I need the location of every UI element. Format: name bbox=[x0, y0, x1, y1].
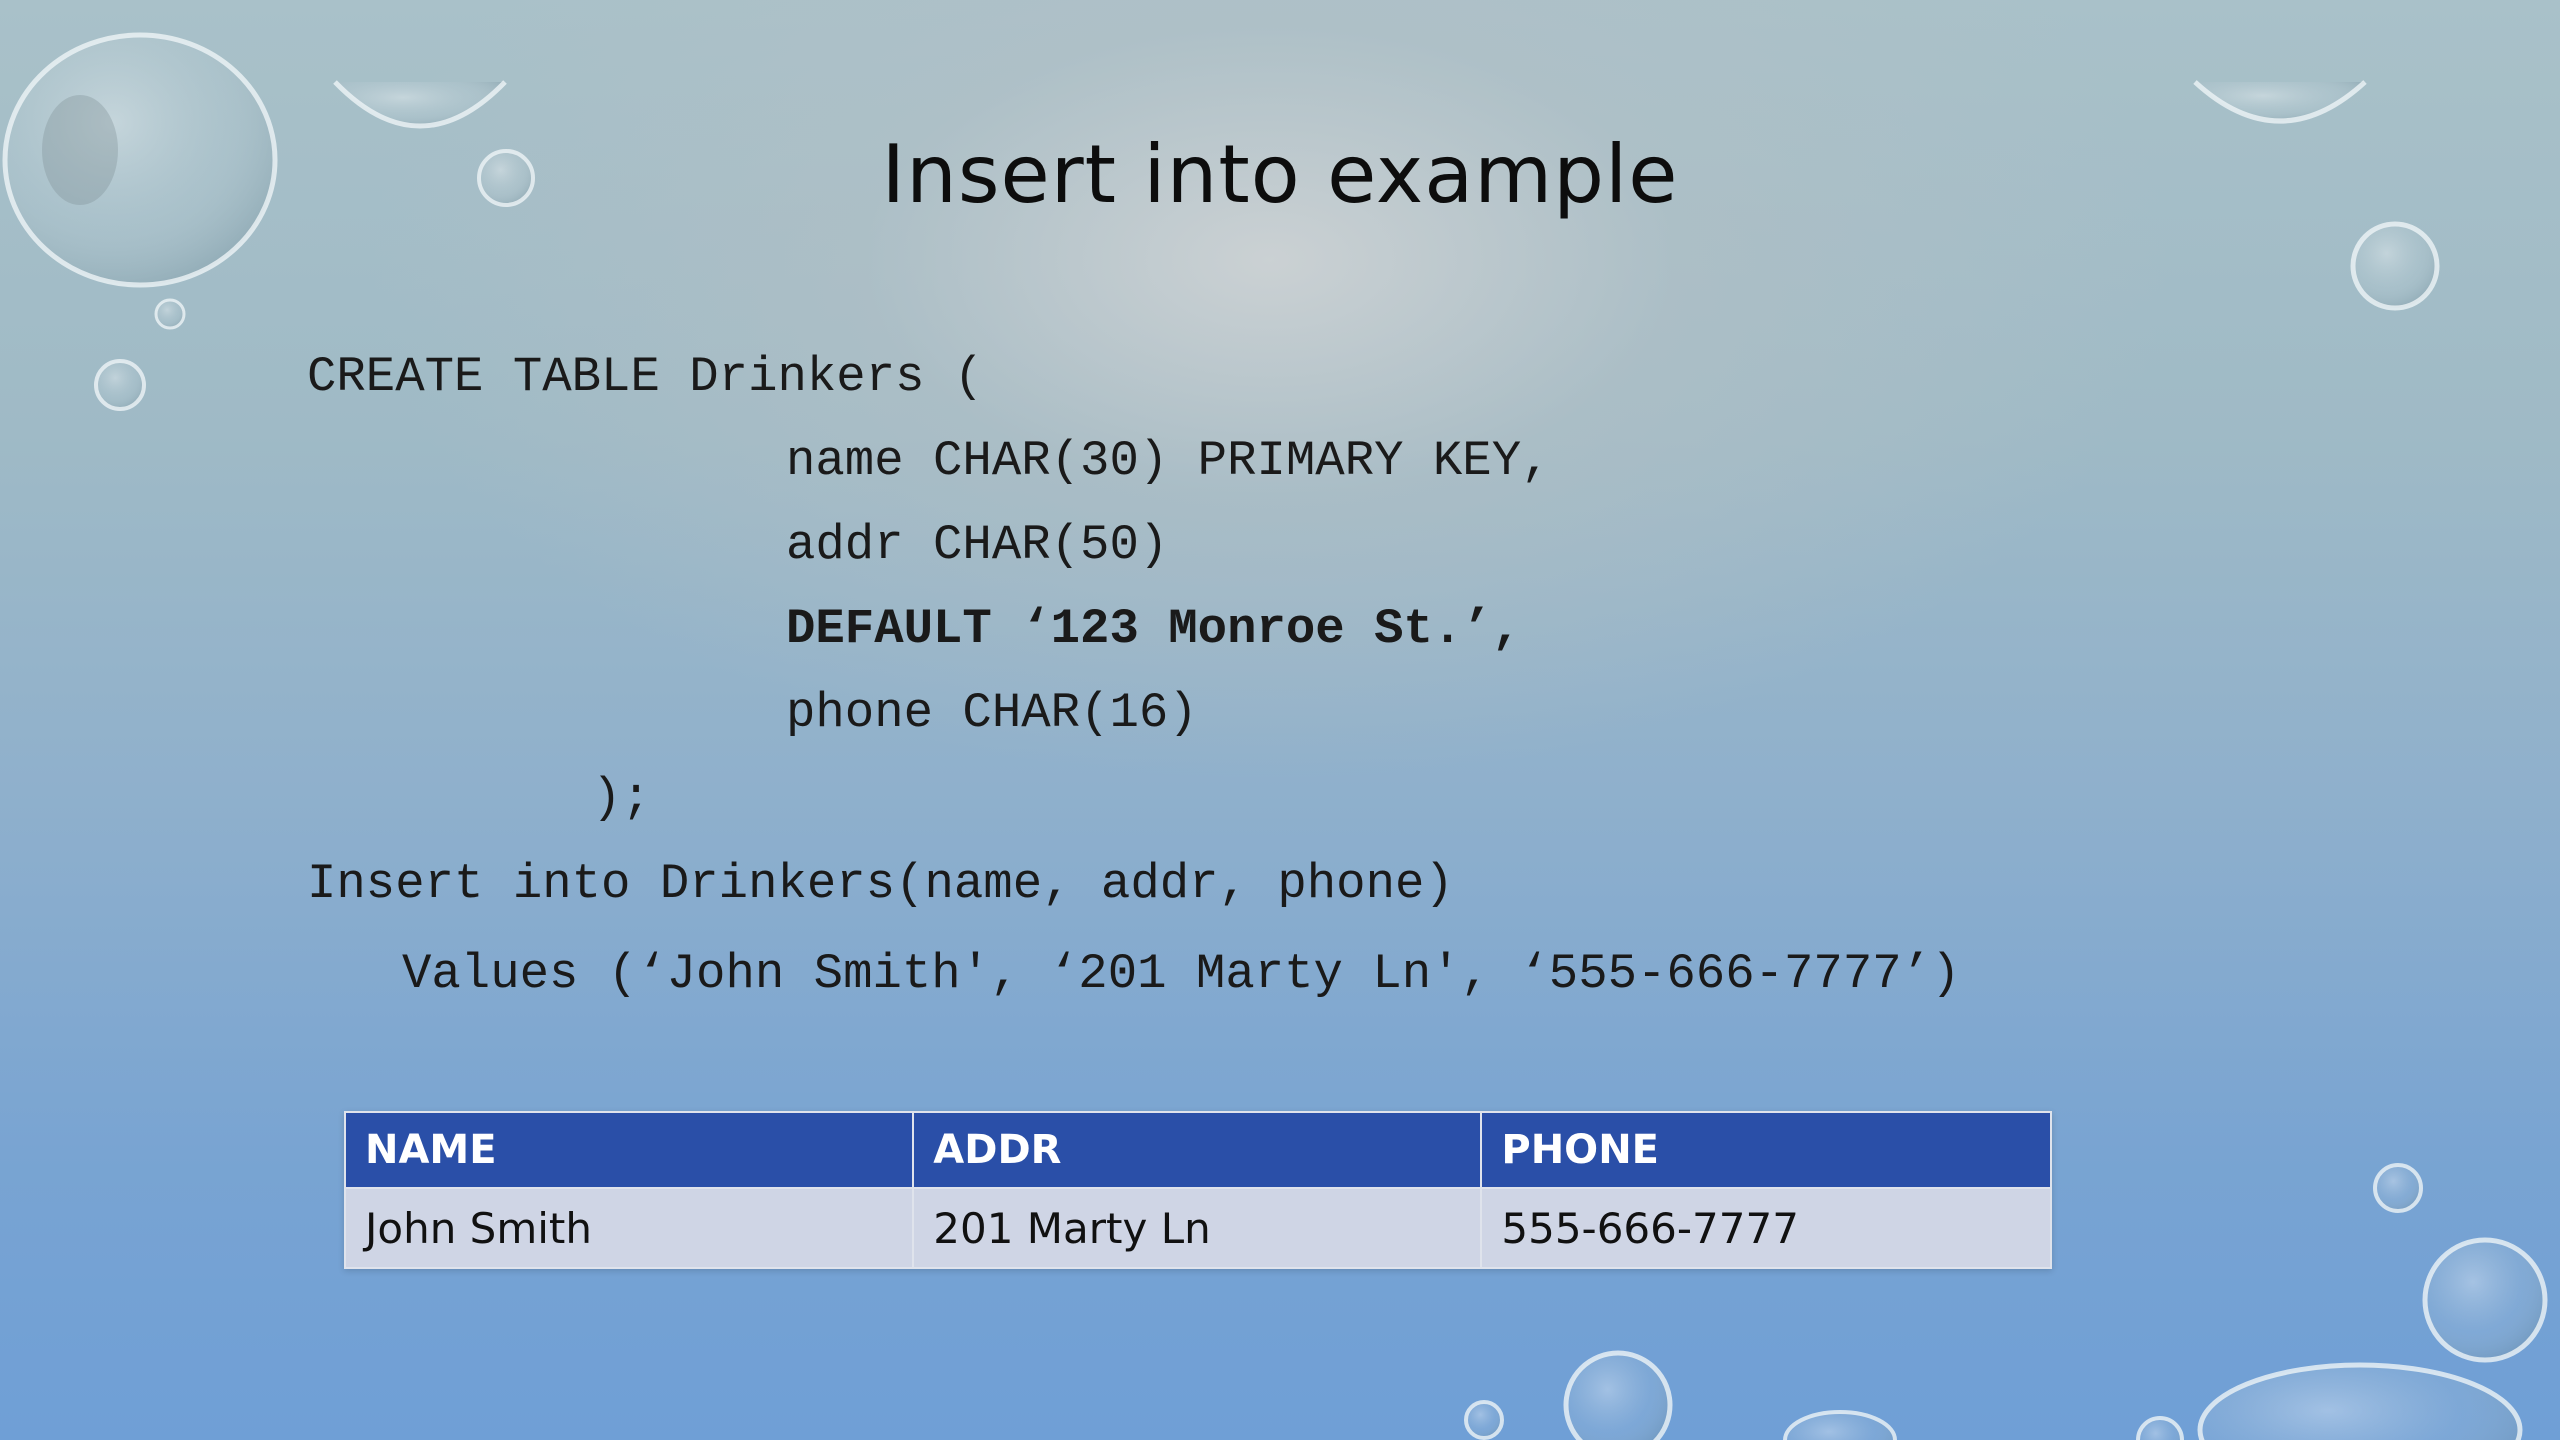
droplet bbox=[2136, 1416, 2184, 1440]
code-line: Insert into Drinkers(name, addr, phone) bbox=[307, 856, 1454, 912]
droplet bbox=[1563, 1350, 1673, 1440]
code-line: addr CHAR(50) bbox=[786, 517, 1169, 573]
column-header-name: NAME bbox=[343, 1111, 915, 1189]
slide: Insert into example CREATE TABLE Drinker… bbox=[0, 0, 2560, 1440]
code-line: name CHAR(30) PRIMARY KEY, bbox=[786, 433, 1551, 489]
table-cell-phone: 555-666-7777 bbox=[1480, 1187, 2052, 1269]
column-header-addr: ADDR bbox=[912, 1111, 1483, 1189]
table-row: John Smith 201 Marty Ln 555-666-7777 bbox=[343, 1187, 2052, 1269]
code-line: DEFAULT ‘123 Monroe St.’, bbox=[786, 601, 1522, 657]
drinkers-table: NAME ADDR PHONE John Smith 201 Marty Ln … bbox=[343, 1111, 2052, 1269]
droplet bbox=[1783, 1410, 1897, 1440]
droplet bbox=[2197, 1362, 2523, 1440]
code-line: CREATE TABLE Drinkers ( bbox=[307, 349, 984, 405]
code-line: Values (‘John Smith', ‘201 Marty Ln', ‘5… bbox=[402, 946, 1961, 1002]
droplet bbox=[1464, 1400, 1504, 1440]
column-header-phone: PHONE bbox=[1480, 1111, 2052, 1189]
table-cell-name: John Smith bbox=[343, 1187, 915, 1269]
droplet bbox=[94, 359, 146, 411]
code-line: ); bbox=[592, 770, 651, 826]
droplet bbox=[333, 80, 507, 129]
code-line: phone CHAR(16) bbox=[786, 685, 1198, 741]
droplet bbox=[2422, 1237, 2548, 1363]
slide-title: Insert into example bbox=[881, 128, 1679, 221]
table-cell-addr: 201 Marty Ln bbox=[912, 1187, 1483, 1269]
droplet bbox=[2350, 221, 2440, 311]
droplet bbox=[2193, 80, 2367, 124]
droplet bbox=[2373, 1163, 2423, 1213]
table-header-row: NAME ADDR PHONE bbox=[343, 1111, 2052, 1189]
droplet bbox=[154, 298, 186, 330]
